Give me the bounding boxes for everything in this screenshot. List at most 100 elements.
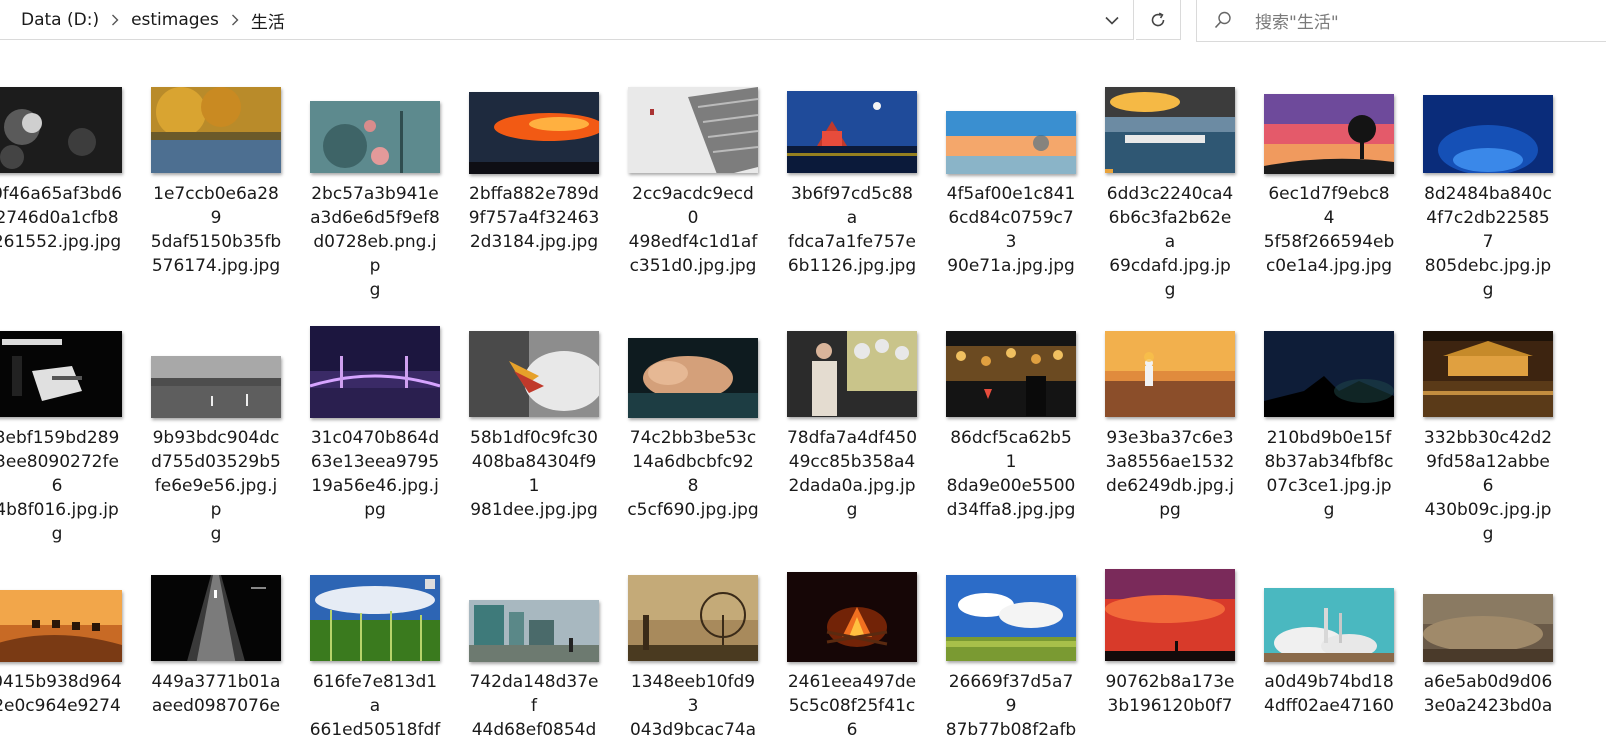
file-thumbnail[interactable] [1264, 588, 1394, 662]
file-name-line: 4b8f016.jpg.jp [0, 500, 119, 520]
file-item[interactable]: 0f46a65af3bd6 2746d0a1cfb8 261552.jpg.jpg [0, 64, 123, 254]
file-name-line: 6b6c3fa2b62ea [1108, 208, 1232, 252]
file-name-line: 1348eeb10fd93 [630, 672, 756, 716]
file-thumbnail[interactable] [469, 92, 599, 174]
file-item[interactable]: 78dfa7a4df450 49cc85b358a4 2dada0a.jpg.jp g [786, 308, 918, 522]
file-item[interactable]: 616fe7e813d1a 661ed50518fdf [309, 552, 441, 742]
file-thumbnail-grid: 0f46a65af3bd6 2746d0a1cfb8 261552.jpg.jpg 1… [0, 42, 1606, 744]
file-name-line: 9f757a4f32463 [468, 208, 600, 228]
file-thumbnail[interactable] [1423, 331, 1553, 417]
breadcrumb-item-drive[interactable]: Data (D:) [19, 10, 101, 30]
file-item[interactable]: 1348eeb10fd93 043d9bcac74a [627, 552, 759, 742]
file-item[interactable]: 2bc57a3b941e a3d6e6d5f9ef8 d0728eb.png.jp g [309, 64, 441, 302]
chevron-right-icon[interactable] [227, 12, 243, 28]
file-name-line: 043d9bcac74a [629, 720, 756, 740]
file-thumbnail[interactable] [0, 590, 122, 662]
file-item[interactable]: 1e7ccb0e6a289 5daf5150b35fb 576174.jpg.jpg [150, 64, 282, 278]
file-item[interactable]: 2bffa882e789d 9f757a4f32463 2d3184.jpg.jpg [468, 64, 600, 254]
file-item[interactable]: 3b6f97cd5c88a fdca7a1fe757e 6b1126.jpg.jpg [786, 64, 918, 278]
file-thumbnail[interactable] [628, 338, 758, 418]
file-thumbnail[interactable] [310, 101, 440, 173]
file-item[interactable]: 31c0470b864d 63e13eea9795 19a56e46.jpg.j pg [309, 308, 441, 522]
file-name-line: 90e71a.jpg.jpg [947, 256, 1075, 276]
file-thumbnail[interactable] [0, 331, 122, 417]
file-item[interactable]: 3ebf159bd289 3ee8090272fe6 4b8f016.jpg.jp g [0, 308, 123, 546]
file-item[interactable]: 9b93bdc904dc d755d03529b5 fe6e9e56.jpg.jp g [150, 308, 282, 546]
file-name-line: 8b37ab34fbf8c [1264, 452, 1394, 472]
file-thumbnail[interactable] [787, 331, 917, 417]
search-placeholder: 搜索"生活" [1255, 12, 1339, 33]
chevron-down-icon[interactable] [1093, 0, 1131, 40]
file-name-line: 3b6f97cd5c88a [791, 184, 913, 228]
chevron-right-icon[interactable] [107, 12, 123, 28]
file-item[interactable]: 4f5af00e1c841 6cd84c0759c73 90e71a.jpg.jpg [945, 64, 1077, 278]
file-item[interactable]: a6e5ab0d9d06 3e0a2423bd0a [1422, 552, 1554, 718]
file-thumbnail[interactable] [151, 575, 281, 661]
file-thumbnail[interactable] [1264, 331, 1394, 417]
file-thumbnail[interactable] [1105, 569, 1235, 661]
file-name-line: 3ebf159bd289 [0, 428, 120, 448]
file-name-line: 3e0a2423bd0a [1423, 696, 1553, 716]
breadcrumb-item-estimages[interactable]: estimages [129, 10, 221, 30]
file-item[interactable]: 2cc9acdc9ecd0 498edf4c1d1af c351d0.jpg.jpg [627, 64, 759, 278]
file-name: 93e3ba37c6e3 3a8556ae1532 de6249db.jpg.j pg [1104, 426, 1236, 522]
file-item[interactable]: 449a3771b01a aeed0987076e [150, 552, 282, 718]
file-item[interactable]: 6dd3c2240ca4 6b6c3fa2b62ea 69cdafd.jpg.jpg [1104, 64, 1236, 302]
file-name-line: 4dff02ae47160 [1264, 696, 1394, 716]
breadcrumb-item-current-folder[interactable]: 生活 [249, 8, 287, 33]
refresh-icon[interactable] [1136, 0, 1181, 40]
file-thumbnail[interactable] [310, 326, 440, 418]
file-item[interactable]: 2461eea497de 5c5c08f25f41c6 [786, 552, 918, 742]
file-thumbnail[interactable] [946, 331, 1076, 417]
file-item[interactable]: 332bb30c42d2 9fd58a12abbe6 430b09c.jpg.jp g [1422, 308, 1554, 546]
file-name-line: 07c3ce1.jpg.jpg [1266, 476, 1392, 520]
file-item[interactable]: 26669f37d5a79 87b77b08f2afb [945, 552, 1077, 742]
file-thumbnail[interactable] [151, 356, 281, 418]
file-name-line: g [210, 524, 222, 544]
file-item[interactable]: 8d2484ba840c 4f7c2db225857 805debc.jpg.jp g [1422, 64, 1554, 302]
file-thumbnail[interactable] [151, 87, 281, 173]
file-thumbnail[interactable] [787, 572, 917, 662]
file-thumbnail[interactable] [1105, 331, 1235, 417]
file-thumbnail[interactable] [1423, 594, 1553, 662]
file-item[interactable]: 74c2bb3be53c 14a6dbcbfc928 c5cf690.jpg.jpg [627, 308, 759, 522]
file-name: 6dd3c2240ca4 6b6c3fa2b62ea 69cdafd.jpg.jpg [1104, 182, 1236, 302]
file-thumbnail[interactable] [946, 575, 1076, 661]
file-thumbnail[interactable] [1423, 95, 1553, 173]
file-item[interactable]: a0d49b74bd18 4dff02ae47160 [1263, 552, 1395, 718]
file-name-line: 1e7ccb0e6a289 [153, 184, 279, 228]
file-item[interactable]: 210bd9b0e15f 8b37ab34fbf8c 07c3ce1.jpg.jpg [1263, 308, 1395, 522]
file-item[interactable]: 86dcf5ca62b51 8da9e00e5500 d34ffa8.jpg.jpg [945, 308, 1077, 522]
file-name-line: 498edf4c1d1af [628, 232, 758, 252]
file-thumbnail[interactable] [946, 111, 1076, 174]
file-name-line: aeed0987076e [151, 696, 281, 716]
file-thumbnail[interactable] [469, 600, 599, 662]
file-name: 8d2484ba840c 4f7c2db225857 805debc.jpg.jp g [1422, 182, 1554, 302]
search-box[interactable]: 搜索"生活" [1196, 0, 1606, 42]
file-name-line: g [369, 280, 381, 300]
file-thumbnail[interactable] [469, 331, 599, 417]
file-name-line: pg [1159, 500, 1181, 520]
file-name: 0f46a65af3bd6 2746d0a1cfb8 261552.jpg.jpg [0, 182, 123, 254]
file-thumbnail[interactable] [787, 91, 917, 173]
file-name-line: 3b196120b0f7 [1107, 696, 1233, 716]
file-name-line: 6b1126.jpg.jpg [787, 256, 917, 276]
file-item[interactable]: 6ec1d7f9ebc84 5f58f266594eb c0e1a4.jpg.jpg [1263, 64, 1395, 278]
file-name-line: 2dada0a.jpg.jp [788, 476, 916, 496]
file-name-line: 210bd9b0e15f [1266, 428, 1392, 448]
file-item[interactable]: 0415b938d964 2e0c964e9274 [0, 552, 123, 718]
file-name-line: 805debc.jpg.jp [1424, 256, 1552, 276]
file-name: 86dcf5ca62b51 8da9e00e5500 d34ffa8.jpg.jpg [945, 426, 1077, 522]
file-name-line: pg [364, 500, 386, 520]
file-item[interactable]: 58b1df0c9fc30 408ba84304f91 981dee.jpg.jpg [468, 308, 600, 522]
address-bar[interactable]: Data (D:) estimages 生活 [0, 0, 1134, 40]
file-item[interactable]: 93e3ba37c6e3 3a8556ae1532 de6249db.jpg.j pg [1104, 308, 1236, 522]
file-thumbnail[interactable] [1105, 87, 1235, 173]
file-item[interactable]: 742da148d37ef 44d68ef0854de [468, 552, 600, 744]
file-thumbnail[interactable] [628, 87, 758, 173]
file-thumbnail[interactable] [1264, 94, 1394, 174]
file-item[interactable]: 90762b8a173e 3b196120b0f7 [1104, 552, 1236, 718]
file-thumbnail[interactable] [628, 575, 758, 661]
file-thumbnail[interactable] [310, 575, 440, 661]
file-thumbnail[interactable] [0, 87, 122, 173]
